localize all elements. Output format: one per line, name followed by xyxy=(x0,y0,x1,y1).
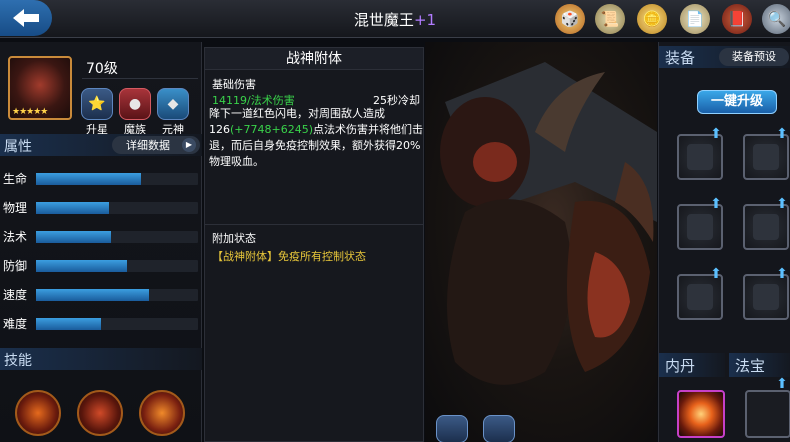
scroll-icon[interactable]: 📜 xyxy=(595,4,625,34)
fire-skill-icon[interactable] xyxy=(15,390,61,436)
rage-skill-icon[interactable] xyxy=(77,390,123,436)
stat-bar xyxy=(36,173,198,185)
stat-bar xyxy=(36,260,198,272)
stat-label: 法术 xyxy=(3,230,28,244)
stat-row-difficulty: 难度 xyxy=(0,313,202,333)
upgrade-arrow-icon: ⬆ xyxy=(776,196,788,212)
hero-rank-suffix: +1 xyxy=(413,11,437,29)
boots-silhouette-icon xyxy=(687,284,713,310)
star-upgrade-icon: ⭐ xyxy=(81,88,113,120)
upgrade-arrow-icon: ⬆ xyxy=(776,126,788,142)
upgrade-arrow-icon: ⬆ xyxy=(776,376,788,392)
book-icon[interactable]: 📕 xyxy=(722,4,752,34)
stat-fill xyxy=(36,173,142,185)
hero-illustration xyxy=(440,62,657,385)
stat-label: 防御 xyxy=(3,259,28,273)
upgrade-arrow-icon: ⬆ xyxy=(710,126,722,142)
detail-data-label: 详细数据 xyxy=(126,139,170,152)
extra-status-text: 【战神附体】免疫所有控制状态 xyxy=(212,250,366,263)
stat-row-physical: 物理 xyxy=(0,197,202,217)
blade-silhouette-icon xyxy=(753,144,779,170)
skills-header: 技能 xyxy=(0,348,202,370)
hero-panel: ★★★★★ 70级 ⭐ 升星 ● 魔族 ◆ 元神 属性 详细数据 ▶ 生命 物理… xyxy=(0,42,202,442)
stat-row-defense: 防御 xyxy=(0,255,202,275)
stat-fill xyxy=(36,318,101,330)
helmet-silhouette-icon xyxy=(687,214,713,240)
accessory-silhouette-icon xyxy=(753,284,779,310)
bottom-skill-hex-1[interactable] xyxy=(436,415,468,442)
equipment-panel: 装备 装备预设 一键升级 ⬆ ⬆ ⬆ ⬆ ⬆ ⬆ 内丹 法宝 ⬆ xyxy=(658,42,790,442)
hero-name: 混世魔王 xyxy=(353,11,414,29)
demon-race-icon: ● xyxy=(119,88,151,120)
stat-fill xyxy=(36,260,127,272)
one-key-upgrade-button[interactable]: 一键升级 xyxy=(697,90,777,114)
treasure-title: 法宝 xyxy=(735,357,766,375)
stat-bar xyxy=(36,231,198,243)
inner-dan-title: 内丹 xyxy=(665,357,696,375)
treasure-slot[interactable] xyxy=(745,390,790,438)
upgrade-arrow-icon: ⬆ xyxy=(710,266,722,282)
stat-bar xyxy=(36,289,198,301)
upgrade-arrow-icon: ⬆ xyxy=(776,266,788,282)
equipment-header: 装备 装备预设 xyxy=(659,46,790,68)
inner-dan-slot[interactable] xyxy=(677,390,725,438)
level-divider xyxy=(82,78,198,79)
search-icon[interactable]: 🔍 xyxy=(762,4,790,34)
skill-detail-title: 战神附体 xyxy=(205,48,423,70)
hero-level: 70级 xyxy=(86,61,118,77)
stat-bar xyxy=(36,202,198,214)
skill-description: 降下一道红色闪电，对周围敌人造成126(+7748+6245)点法术伤害并将他们… xyxy=(209,106,423,170)
demon-race-button[interactable]: ● 魔族 xyxy=(116,88,154,137)
attributes-title: 属性 xyxy=(4,139,32,155)
chevron-right-icon: ▶ xyxy=(182,138,196,152)
inner-dan-header: 内丹 xyxy=(659,353,725,377)
stat-label: 生命 xyxy=(3,172,28,186)
skill-detail-panel: 战神附体 基础伤害 14119/法术伤害 25秒冷却 降下一道红色闪电，对周围敌… xyxy=(204,47,424,442)
document-icon[interactable]: 📄 xyxy=(680,4,710,34)
extra-status-label: 附加状态 xyxy=(212,232,256,245)
star-rating: ★★★★★ xyxy=(12,107,48,117)
top-bar: 混世魔王+1 🎲 📜 🪙 📄 📕 🔍 xyxy=(0,0,790,38)
armor-silhouette-icon xyxy=(753,214,779,240)
spirit-icon: ◆ xyxy=(157,88,189,120)
base-damage-label: 基础伤害 xyxy=(212,78,256,91)
spirit-button[interactable]: ◆ 元神 xyxy=(154,88,192,137)
star-upgrade-button[interactable]: ⭐ 升星 xyxy=(78,88,116,137)
treasure-header: 法宝 xyxy=(729,353,790,377)
sword-silhouette-icon xyxy=(687,144,713,170)
stat-label: 难度 xyxy=(3,317,28,331)
skills-title: 技能 xyxy=(4,353,32,369)
desc-bonus: (+7748+6245) xyxy=(230,123,314,136)
stat-label: 速度 xyxy=(3,288,28,302)
stat-bar xyxy=(36,318,198,330)
dice-icon[interactable]: 🎲 xyxy=(555,4,585,34)
stat-fill xyxy=(36,231,111,243)
stat-row-speed: 速度 xyxy=(0,284,202,304)
stat-fill xyxy=(36,202,109,214)
flame-mask-skill-icon[interactable] xyxy=(139,390,185,436)
divider xyxy=(205,224,423,225)
stat-row-hp: 生命 xyxy=(0,168,202,188)
bottom-skill-hex-2[interactable] xyxy=(483,415,515,442)
stat-label: 物理 xyxy=(3,201,28,215)
attributes-header: 属性 详细数据 ▶ xyxy=(0,134,202,156)
detail-data-button[interactable]: 详细数据 ▶ xyxy=(112,136,200,154)
upgrade-arrow-icon: ⬆ xyxy=(710,196,722,212)
stat-fill xyxy=(36,289,150,301)
hero-avatar[interactable]: ★★★★★ xyxy=(8,56,72,120)
coin-icon[interactable]: 🪙 xyxy=(637,4,667,34)
stat-row-magic: 法术 xyxy=(0,226,202,246)
page-title: 混世魔王+1 xyxy=(0,9,790,30)
hero-artwork xyxy=(425,42,657,442)
equipment-title: 装备 xyxy=(665,49,696,67)
equipment-preset-button[interactable]: 装备预设 xyxy=(719,48,789,66)
